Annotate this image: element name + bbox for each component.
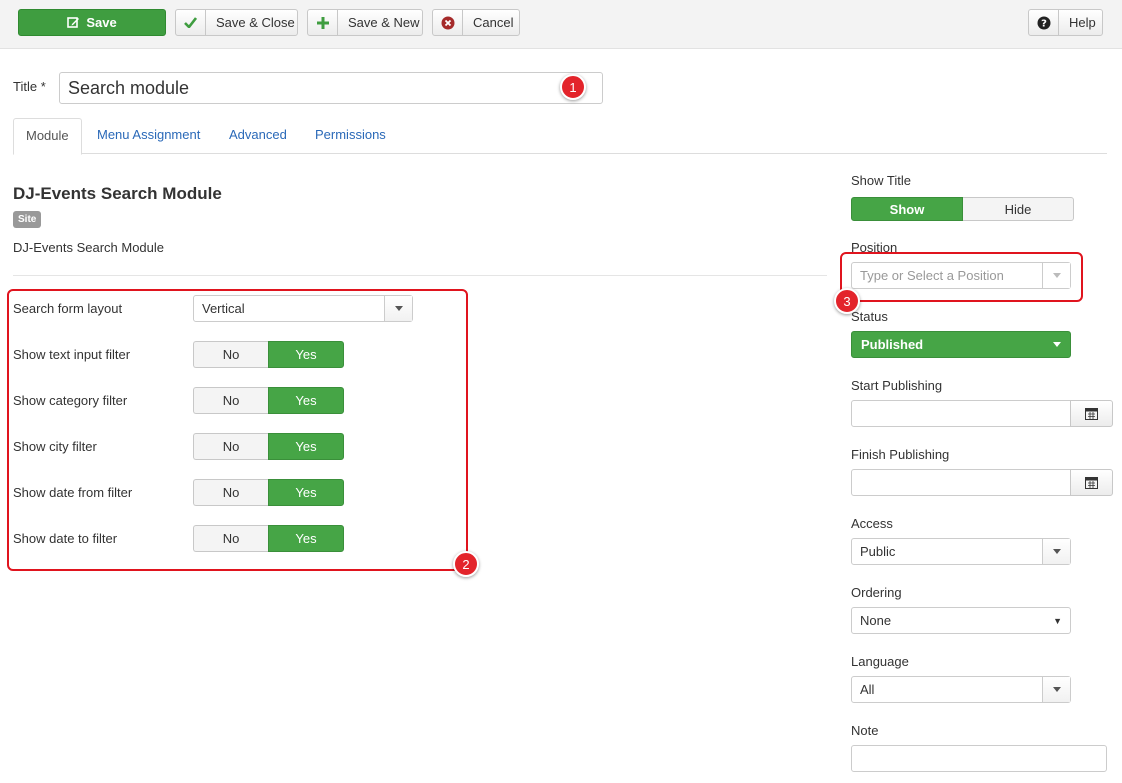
annotation-box-options	[7, 289, 468, 571]
finish-publishing-input[interactable]	[851, 469, 1071, 496]
save-new-button[interactable]: Save & New	[307, 9, 423, 36]
question-icon: ?	[1029, 10, 1059, 35]
tab-menu-assignment[interactable]: Menu Assignment	[85, 118, 212, 154]
toolbar: Save Save & Close Save & New Cancel ? He…	[0, 0, 1122, 49]
save-label: Save	[86, 15, 117, 30]
calendar-icon	[1085, 407, 1098, 420]
module-heading: DJ-Events Search Module	[13, 184, 222, 203]
triangle-down-icon: ▼	[1053, 615, 1062, 626]
title-input[interactable]	[59, 72, 603, 104]
chevron-down-icon	[1042, 677, 1070, 702]
site-badge: Site	[13, 211, 42, 228]
hide-button[interactable]: Hide	[963, 197, 1074, 221]
ordering-value: None	[860, 613, 892, 628]
tab-advanced[interactable]: Advanced	[217, 118, 299, 154]
annotation-box-position	[840, 252, 1083, 302]
annotation-marker-2: 2	[453, 551, 479, 577]
cancel-button[interactable]: Cancel	[432, 9, 520, 36]
divider	[13, 275, 827, 276]
tab-bar: Module Menu Assignment Advanced Permissi…	[13, 118, 1107, 155]
check-icon	[176, 10, 206, 35]
start-calendar-button[interactable]	[1070, 400, 1113, 427]
language-label: Language	[851, 654, 909, 669]
chevron-down-icon	[1042, 539, 1070, 564]
show-title-label: Show Title	[851, 173, 911, 188]
start-publishing-input[interactable]	[851, 400, 1071, 427]
tab-permissions[interactable]: Permissions	[303, 118, 398, 154]
svg-text:?: ?	[1041, 18, 1047, 29]
cancel-icon	[433, 10, 463, 35]
cancel-label: Cancel	[473, 15, 514, 30]
access-select[interactable]: Public	[851, 538, 1071, 565]
save-close-button[interactable]: Save & Close	[175, 9, 298, 36]
language-select[interactable]: All	[851, 676, 1071, 703]
calendar-icon	[1085, 476, 1098, 489]
save-new-label: Save & New	[348, 15, 420, 30]
status-dropdown[interactable]: Published	[851, 331, 1071, 358]
module-description: DJ-Events Search Module	[13, 240, 165, 255]
annotation-marker-1: 1	[560, 74, 586, 100]
language-value: All	[860, 682, 875, 697]
save-close-label: Save & Close	[216, 15, 295, 30]
chevron-down-icon	[1053, 342, 1061, 347]
save-button[interactable]: Save	[18, 9, 166, 36]
note-label: Note	[851, 723, 879, 738]
title-label: Title *	[13, 79, 46, 94]
show-title-toggle: Show Hide	[851, 197, 1074, 221]
ordering-select[interactable]: None ▼	[851, 607, 1071, 634]
plus-icon	[308, 10, 338, 35]
status-value: Published	[861, 337, 924, 352]
finish-calendar-button[interactable]	[1070, 469, 1113, 496]
finish-publishing-label: Finish Publishing	[851, 447, 950, 462]
help-label: Help	[1069, 15, 1096, 30]
access-label: Access	[851, 516, 893, 531]
status-label: Status	[851, 309, 888, 324]
note-input[interactable]	[851, 745, 1107, 772]
show-button[interactable]: Show	[851, 197, 963, 221]
tab-module[interactable]: Module	[13, 118, 82, 155]
edit-icon	[67, 10, 86, 35]
access-value: Public	[860, 544, 896, 559]
start-publishing-label: Start Publishing	[851, 378, 943, 393]
help-button[interactable]: ? Help	[1028, 9, 1103, 36]
ordering-label: Ordering	[851, 585, 902, 600]
